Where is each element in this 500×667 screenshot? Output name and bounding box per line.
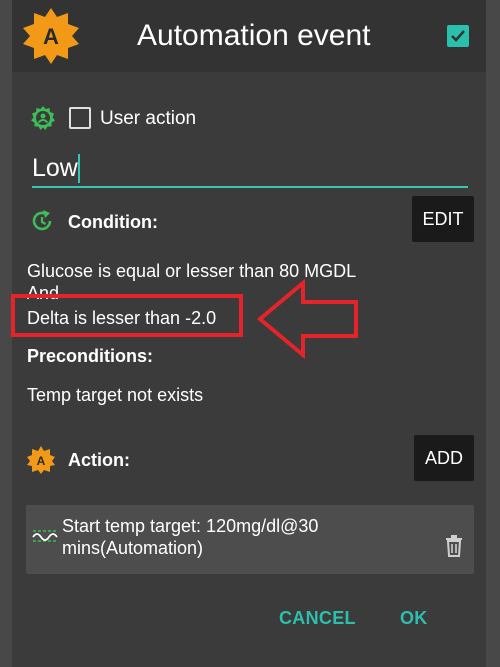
automation-logo-icon: A: [23, 8, 79, 64]
clock-refresh-icon: [32, 210, 52, 231]
user-settings-gear-icon: [31, 106, 55, 130]
annotation-arrow-icon: [256, 278, 358, 360]
user-action-label: User action: [100, 108, 197, 129]
dialog-titlebar: A Automation event: [12, 0, 486, 72]
event-name-input[interactable]: Low: [32, 150, 468, 188]
action-item[interactable]: Start temp target: 120mg/dl@30 mins(Auto…: [26, 505, 474, 574]
ok-button[interactable]: OK: [400, 608, 428, 629]
app-icon-letter: A: [43, 24, 59, 49]
preconditions-label: Preconditions:: [27, 346, 154, 366]
temp-target-icon: [32, 530, 58, 542]
annotation-highlight-box: [11, 294, 243, 337]
action-icon-letter: A: [37, 454, 46, 468]
trash-icon[interactable]: [444, 535, 464, 557]
user-action-checkbox[interactable]: [69, 107, 91, 129]
checkmark-icon: [451, 30, 465, 42]
condition-label: Condition:: [68, 212, 158, 232]
precondition-line-1: Temp target not exists: [27, 385, 204, 405]
event-name-value: Low: [32, 154, 78, 182]
edit-condition-button[interactable]: EDIT: [412, 196, 474, 242]
text-cursor: [78, 154, 80, 183]
dialog-title: Automation event: [137, 19, 371, 52]
dialog-content: User action Low Condition: EDIT Glucose …: [11, 72, 486, 667]
cancel-button[interactable]: CANCEL: [279, 608, 356, 629]
automation-logo-icon: A: [27, 446, 55, 474]
action-item-text: Start temp target: 120mg/dl@30 mins(Auto…: [62, 516, 319, 558]
add-action-button[interactable]: ADD: [414, 435, 474, 481]
action-label: Action:: [68, 450, 130, 470]
dialog: A Automation event User action Low Condi: [11, 0, 486, 667]
enabled-checkbox[interactable]: [447, 25, 469, 47]
